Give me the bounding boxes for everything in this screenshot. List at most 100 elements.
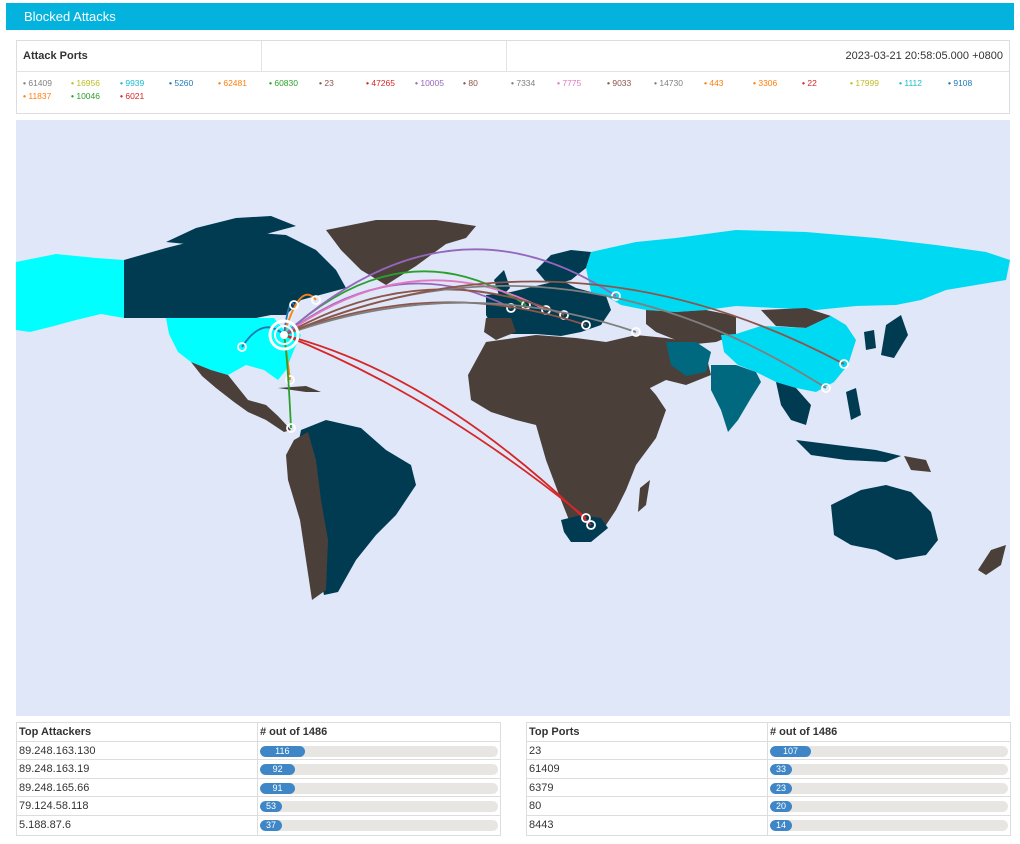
count-cell: 37 [258,816,500,835]
legend-item-port: • 62481 [218,77,247,90]
table-row: 89.248.165.66 91 [17,778,500,798]
table-header: Top Ports # out of 1486 [527,723,1010,742]
table-row: 80 20 [527,797,1010,816]
legend-label: 17999 [855,78,879,88]
legend-item-port: • 10005 [415,77,444,90]
count-bar-fill: 14 [770,819,792,831]
legend-item-port: • 10046 [71,90,100,103]
port-number-key: 6379 [527,778,768,797]
legend-label: 7334 [516,78,536,88]
legend-item-port: • 7775 [557,77,581,90]
attacker-ip-key: 79.124.58.118 [17,797,258,815]
port-number-key: 61409 [527,760,768,778]
legend-label: 9033 [612,78,632,88]
count-bar-fill: 116 [260,745,305,757]
legend-label: 80 [468,78,478,88]
header-spacer [262,41,507,71]
count-bar: 33 [770,764,1008,776]
legend-item-port: • 443 [704,77,724,90]
attacker-ip-key: 89.248.163.130 [17,741,258,760]
count-bar: 20 [770,801,1008,813]
count-bar: 116 [260,745,498,757]
legend-item-port: • 22 [802,77,817,90]
legend-item-port: • 9939 [120,77,144,90]
count-bar: 53 [260,801,498,813]
greenland-shape [326,220,476,285]
india-shape [711,365,761,432]
legend-label: 6021 [125,91,145,101]
legend-item-port: • 61409 [23,77,52,90]
count-bar: 37 [260,819,498,831]
column-header-key: Top Ports [527,723,768,741]
table-row: 89.248.163.130 116 [17,741,500,761]
caribbean-shape [278,386,321,392]
attack-map[interactable] [16,120,1010,716]
count-cell: 91 [258,779,500,797]
legend-label: 60830 [274,78,298,88]
count-bar-fill: 53 [260,801,282,813]
port-number-key: 80 [527,797,768,815]
legend-item-port: • 16956 [71,77,100,90]
australia-shape [831,485,938,560]
column-header-key: Top Attackers [17,723,258,741]
top-ports-table: Top Ports # out of 1486 23 107 61409 33 6379 23… [526,722,1011,836]
table-row: 23 107 [527,741,1010,761]
japan-shape [881,315,908,358]
top-attackers-table: Top Attackers # out of 1486 89.248.163.130… [16,722,501,836]
page-title: Blocked Attacks [6,3,1014,30]
port-number-key: 8443 [527,815,768,835]
korea-shape [864,330,876,350]
legend-item-port: • 14730 [654,77,683,90]
count-bar: 92 [260,764,498,776]
table-row: 5.188.87.6 37 [17,815,500,835]
count-bar-fill: 92 [260,764,296,776]
legend-item-port: • 7334 [511,77,535,90]
count-cell: 116 [258,742,500,760]
count-cell: 20 [768,797,1010,815]
madagascar-shape [638,480,650,512]
legend-label: 10046 [76,91,100,101]
legend-label: 61409 [28,78,52,88]
table-row: 89.248.163.19 92 [17,760,500,779]
world-map[interactable] [16,120,1010,716]
legend-label: 16956 [76,78,100,88]
legend-item-port: • 80 [463,77,478,90]
iberia-shape [484,318,516,340]
count-cell: 92 [258,760,500,778]
attacker-ip-key: 5.188.87.6 [17,815,258,835]
count-bar: 23 [770,782,1008,794]
legend-item-port: • 5260 [169,77,193,90]
count-bar-fill: 37 [260,819,282,831]
legend-item-port: • 60830 [269,77,298,90]
legend-item-port: • 9033 [607,77,631,90]
table-row: 8443 14 [527,815,1010,835]
new-zealand-shape [978,545,1006,575]
column-header-count: # out of 1486 [770,726,838,738]
count-bar-fill: 33 [770,764,792,776]
attack-ports-header: Attack Ports 2023-03-21 20:58:05.000 +08… [17,41,1009,72]
count-bar: 107 [770,745,1008,757]
attacker-ip-key: 89.248.165.66 [17,778,258,797]
table-header: Top Attackers # out of 1486 [17,723,500,742]
legend-label: 9108 [953,78,973,88]
legend-label: 7775 [562,78,582,88]
count-bar: 91 [260,782,498,794]
attacker-ip-key: 89.248.163.19 [17,760,258,778]
attack-nodes-layer [268,319,300,351]
count-cell: 107 [768,742,1010,760]
legend-item-port: • 17999 [850,77,879,90]
table-row: 61409 33 [527,760,1010,779]
legend-label: 11837 [28,91,52,101]
attack-ports-heading: Attack Ports [17,41,262,71]
legend-item-port: • 23 [319,77,334,90]
alaska-shape [16,254,124,332]
count-bar-fill: 91 [260,782,295,794]
legend-item-port: • 11837 [23,90,51,103]
legend-item-port: • 47265 [366,77,395,90]
canada-shape [124,232,346,318]
legend-label: 22 [807,78,817,88]
legend-label: 5260 [174,78,194,88]
table-row: 79.124.58.118 53 [17,797,500,816]
legend-item-port: • 1112 [899,77,922,90]
legend-label: 10005 [420,78,444,88]
